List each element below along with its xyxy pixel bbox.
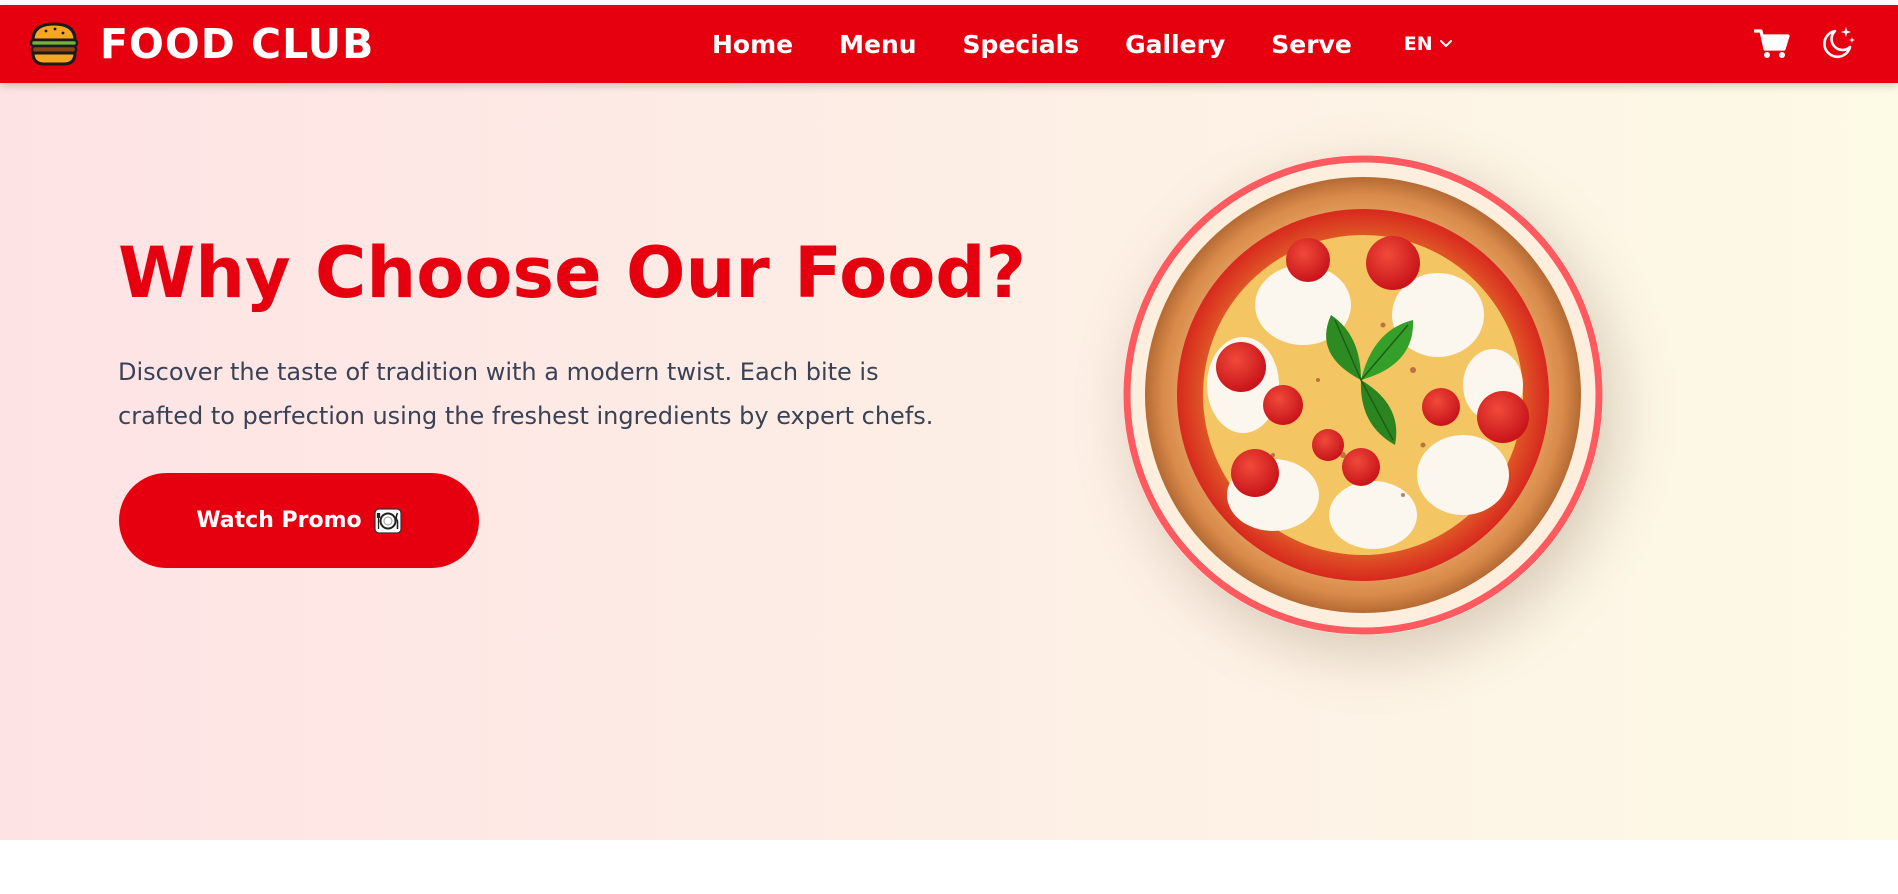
hero-description: Discover the taste of tradition with a m… (118, 358, 934, 430)
main-nav: Home Menu Specials Gallery Serve EN (712, 5, 1453, 83)
language-label: EN (1403, 33, 1433, 55)
nav-link-serve[interactable]: Serve (1271, 30, 1352, 59)
top-navbar: FOOD CLUB Home Menu Specials Gallery Ser… (0, 5, 1898, 83)
pizza-illustration (1123, 155, 1603, 635)
brand[interactable]: FOOD CLUB (28, 5, 374, 83)
language-select[interactable]: EN (1404, 33, 1453, 55)
watch-promo-button[interactable]: Watch Promo (119, 473, 479, 568)
nav-actions (1754, 5, 1856, 83)
watch-promo-label: Watch Promo (196, 508, 362, 533)
nav-link-menu[interactable]: Menu (839, 30, 916, 59)
chevron-down-icon (1439, 40, 1452, 47)
nav-link-specials[interactable]: Specials (963, 30, 1080, 59)
burger-icon (29, 22, 79, 66)
brand-name: FOOD CLUB (100, 20, 375, 68)
cart-icon[interactable] (1754, 28, 1790, 60)
nav-link-gallery[interactable]: Gallery (1125, 30, 1225, 59)
hero-section: Why Choose Our Food? Discover the taste … (0, 83, 1898, 840)
plate-icon (374, 507, 402, 534)
pizza-image (1123, 155, 1603, 635)
nav-link-home[interactable]: Home (712, 30, 793, 59)
moon-icon[interactable] (1818, 25, 1856, 63)
hero-title: Why Choose Our Food? (118, 232, 1027, 314)
